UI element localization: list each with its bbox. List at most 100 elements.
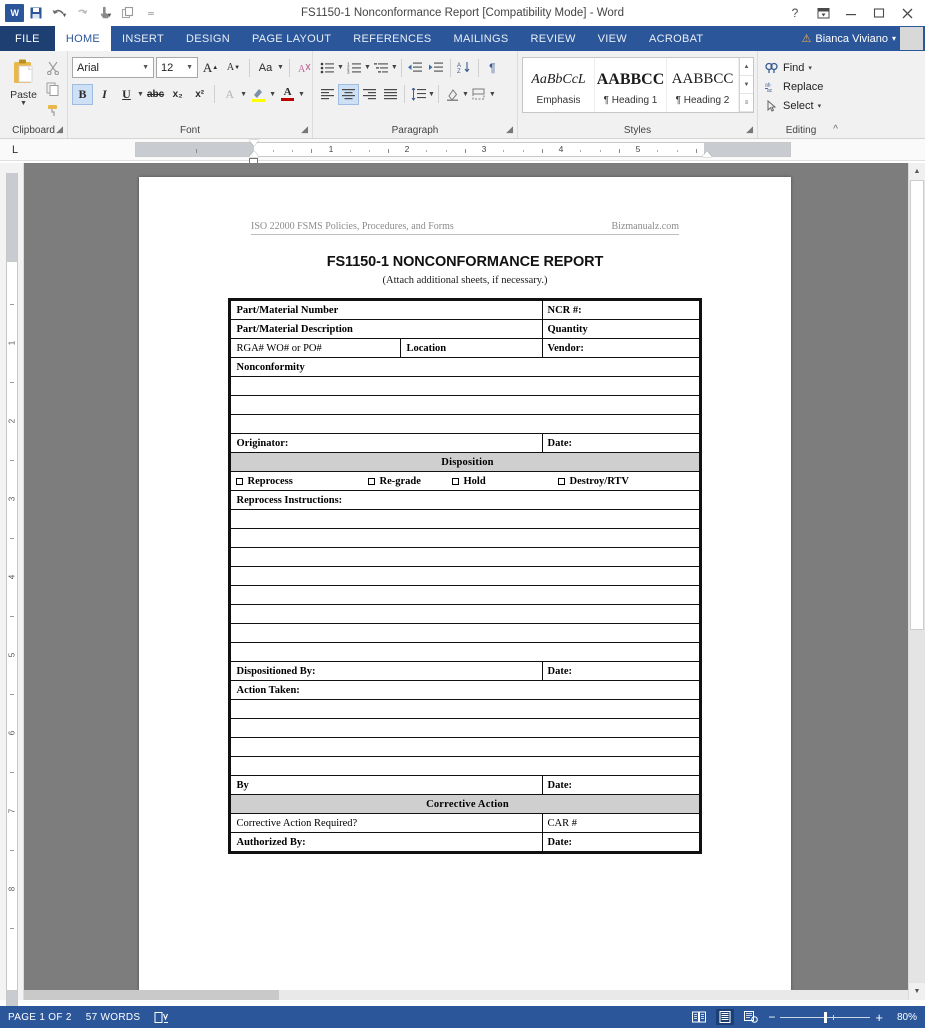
checkbox-regrade[interactable]: Re-grade xyxy=(368,475,452,488)
shading-caret-icon[interactable]: ▼ xyxy=(462,91,469,98)
table-row[interactable]: Authorized By: Date: xyxy=(230,832,700,852)
avatar[interactable] xyxy=(900,27,923,50)
customize-qat-icon[interactable]: ═ xyxy=(140,3,162,23)
web-layout-icon[interactable] xyxy=(742,1009,760,1025)
table-row[interactable] xyxy=(230,395,700,415)
touch-mode-icon[interactable]: ▼ xyxy=(94,3,116,23)
styles-gallery[interactable]: AaBbCcL Emphasis AABBCC ¶ Heading 1 AABB… xyxy=(522,57,754,113)
close-icon[interactable] xyxy=(893,1,921,25)
show-formatting-marks-icon[interactable]: ¶ xyxy=(482,57,503,78)
font-color-caret-icon[interactable]: ▼ xyxy=(298,91,305,98)
styles-dialog-launcher[interactable]: ◢ xyxy=(746,122,753,137)
cell-by[interactable]: By xyxy=(230,775,543,795)
cell-action-taken[interactable]: Action Taken: xyxy=(230,680,700,700)
horizontal-ruler[interactable]: 1 2 3 4 5 xyxy=(135,140,791,164)
bullets-caret-icon[interactable]: ▼ xyxy=(337,64,344,71)
shrink-font-icon[interactable]: A ▼ xyxy=(223,57,244,78)
cell-part-number[interactable]: Part/Material Number xyxy=(230,300,543,320)
style-heading-1[interactable]: AABBCC ¶ Heading 1 xyxy=(595,58,667,112)
checkbox-icon[interactable] xyxy=(368,477,376,485)
cell-corrective-action-required[interactable]: Corrective Action Required? xyxy=(230,813,543,833)
style-heading-2[interactable]: AABBCC ¶ Heading 2 xyxy=(667,58,739,112)
account-area[interactable]: ⚠ Bianca Viviano ▾ xyxy=(802,26,925,51)
subscript-button[interactable]: x₂ xyxy=(167,84,188,105)
cell-reprocess-blank[interactable] xyxy=(230,547,700,567)
table-row[interactable] xyxy=(230,585,700,605)
cell-rga[interactable]: RGA# WO# or PO# xyxy=(230,338,402,358)
cell-reprocess-instructions[interactable]: Reprocess Instructions: xyxy=(230,490,700,510)
paragraph-dialog-launcher[interactable]: ◢ xyxy=(506,122,513,137)
underline-caret-icon[interactable]: ▼ xyxy=(137,91,144,98)
table-row[interactable]: Corrective Action Required? CAR # xyxy=(230,813,700,833)
table-row[interactable]: Disposition xyxy=(230,452,700,472)
cell-disposition-section[interactable]: Disposition xyxy=(230,452,700,472)
touch-mode-caret-icon[interactable]: ▼ xyxy=(107,13,113,19)
cell-disposition-options[interactable]: Reprocess Re-grade Hold Destroy/RTV xyxy=(230,471,700,491)
right-indent-marker[interactable] xyxy=(702,151,712,157)
cell-reprocess-blank[interactable] xyxy=(230,604,700,624)
table-row[interactable] xyxy=(230,509,700,529)
table-row[interactable] xyxy=(230,547,700,567)
checkbox-destroy-rtv[interactable]: Destroy/RTV xyxy=(558,475,629,488)
cell-dispositioned-date[interactable]: Date: xyxy=(541,661,700,681)
tab-design[interactable]: DESIGN xyxy=(175,26,241,51)
line-spacing-caret-icon[interactable]: ▼ xyxy=(428,91,435,98)
help-icon[interactable]: ? xyxy=(781,1,809,25)
table-row[interactable]: Action Taken: xyxy=(230,680,700,700)
table-row[interactable]: Nonconformity xyxy=(230,357,700,377)
shading-icon[interactable] xyxy=(442,84,463,105)
vertical-scrollbar-track[interactable] xyxy=(909,180,925,983)
zoom-slider-track[interactable] xyxy=(780,1011,871,1023)
cell-originator[interactable]: Originator: xyxy=(230,433,543,453)
redo-icon[interactable] xyxy=(71,3,93,23)
tab-acrobat[interactable]: ACROBAT xyxy=(638,26,714,51)
table-row[interactable] xyxy=(230,699,700,719)
cell-action-blank[interactable] xyxy=(230,737,700,757)
collapse-ribbon-icon[interactable]: ^ xyxy=(833,124,838,135)
checkbox-hold[interactable]: Hold xyxy=(452,475,558,488)
cell-action-blank[interactable] xyxy=(230,756,700,776)
vertical-scrollbar[interactable]: ▲ ▼ xyxy=(908,163,925,1000)
align-right-icon[interactable] xyxy=(359,84,380,105)
cell-location[interactable]: Location xyxy=(400,338,543,358)
cell-reprocess-blank[interactable] xyxy=(230,528,700,548)
increase-indent-icon[interactable] xyxy=(426,57,447,78)
zoom-out-button[interactable]: − xyxy=(768,1010,775,1024)
table-row[interactable] xyxy=(230,566,700,586)
cell-reprocess-blank[interactable] xyxy=(230,642,700,662)
paste-button[interactable]: Paste ▼ xyxy=(4,56,43,107)
table-row[interactable] xyxy=(230,718,700,738)
vertical-ruler[interactable]: 1 2 3 4 5 6 7 8 xyxy=(0,163,24,1028)
ribbon-display-options-icon[interactable] xyxy=(809,1,837,25)
horizontal-scrollbar[interactable] xyxy=(24,990,908,1000)
font-size-combo[interactable]: 12 ▼ xyxy=(156,57,198,78)
text-highlight-caret-icon[interactable]: ▼ xyxy=(269,91,276,98)
cell-car-number[interactable]: CAR # xyxy=(541,813,700,833)
repeat-icon[interactable] xyxy=(117,3,139,23)
copy-icon[interactable] xyxy=(43,80,63,98)
styles-more-icon[interactable]: ≡ xyxy=(740,94,753,112)
cell-reprocess-blank[interactable] xyxy=(230,623,700,643)
cell-nonconformity-blank[interactable] xyxy=(230,376,700,396)
print-layout-icon[interactable] xyxy=(716,1009,735,1025)
table-row[interactable]: Part/Material Number NCR #: xyxy=(230,300,700,320)
word-count-status[interactable]: 57 WORDS xyxy=(86,1012,141,1023)
tab-insert[interactable]: INSERT xyxy=(111,26,175,51)
cell-authorized-date[interactable]: Date: xyxy=(541,832,700,852)
cell-corrective-action-section[interactable]: Corrective Action xyxy=(230,794,700,814)
text-effects-icon[interactable]: A xyxy=(219,84,240,105)
table-row[interactable] xyxy=(230,642,700,662)
table-row[interactable]: Part/Material Description Quantity xyxy=(230,319,700,339)
cell-quantity[interactable]: Quantity xyxy=(541,319,700,339)
zoom-control[interactable]: − + xyxy=(768,1010,883,1025)
select-button[interactable]: Select ▾ xyxy=(762,96,821,115)
account-caret-icon[interactable]: ▾ xyxy=(892,34,896,43)
styles-scroll[interactable]: ▲ ▼ ≡ xyxy=(739,58,753,112)
proofing-errors-icon[interactable] xyxy=(154,1011,169,1024)
borders-icon[interactable] xyxy=(469,84,490,105)
change-case-caret-icon[interactable]: ▼ xyxy=(277,64,284,71)
table-row[interactable] xyxy=(230,756,700,776)
undo-icon[interactable]: ▼ xyxy=(48,3,70,23)
cut-icon[interactable] xyxy=(43,59,63,77)
styles-scroll-down-icon[interactable]: ▼ xyxy=(740,76,753,94)
